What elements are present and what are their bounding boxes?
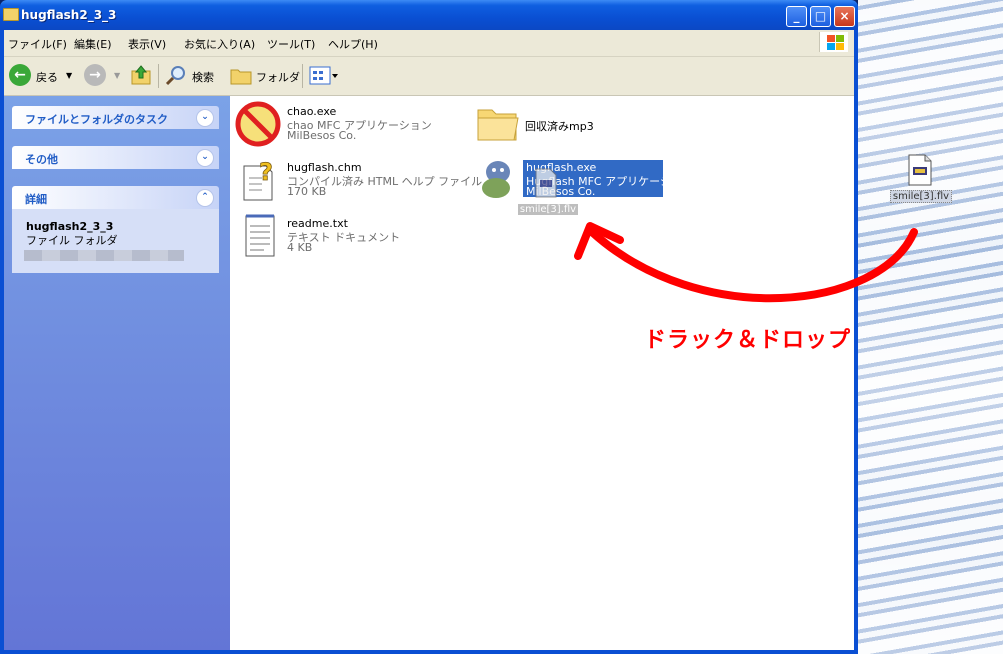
window-border-right bbox=[854, 30, 858, 654]
windows-logo-icon bbox=[819, 32, 848, 52]
details-body: hugflash2_3_3 ファイル フォルダ bbox=[12, 209, 219, 273]
file-item-readme[interactable]: readme.txt テキスト ドキュメント 4 KB bbox=[234, 212, 434, 264]
close-button[interactable]: × bbox=[834, 6, 855, 27]
drag-ghost: smile[3].flv bbox=[518, 168, 578, 218]
view-menu-icon[interactable] bbox=[309, 65, 339, 87]
desktop-file-label: smile[3].flv bbox=[890, 190, 952, 203]
file-size: 170 KB bbox=[287, 185, 327, 198]
forward-dropdown-icon[interactable]: ▼ bbox=[114, 71, 120, 80]
details-panel[interactable]: 詳細 ⌃ bbox=[12, 186, 219, 209]
file-size: 4 KB bbox=[287, 241, 313, 254]
minimize-button[interactable]: _ bbox=[786, 6, 807, 27]
drag-ghost-label: smile[3].flv bbox=[518, 204, 578, 215]
title-bar[interactable]: hugflash2_3_3 _ □ × bbox=[0, 0, 858, 30]
text-document-icon bbox=[245, 214, 275, 257]
toolbar-separator bbox=[302, 64, 303, 88]
expand-chevron-icon[interactable]: ⌄ bbox=[196, 109, 214, 127]
panel-title: その他 bbox=[25, 153, 58, 166]
file-list: chao.exe chao MFC アプリケーション MilBesos Co. … bbox=[230, 96, 854, 650]
menu-file[interactable]: ファイル(F) bbox=[8, 36, 67, 52]
back-arrow-icon[interactable]: ← bbox=[9, 64, 31, 86]
help-file-icon: ? bbox=[243, 158, 273, 201]
file-folder-tasks-panel[interactable]: ファイルとフォルダのタスク ⌄ bbox=[12, 106, 219, 129]
blurred-details bbox=[24, 250, 184, 261]
menu-bar: ファイル(F) 編集(E) 表示(V) お気に入り(A) ツール(T) ヘルプ(… bbox=[4, 30, 854, 57]
task-pane: ファイルとフォルダのタスク ⌄ その他 ⌄ 詳細 ⌃ hugflash2_3_3… bbox=[4, 96, 230, 650]
file-name: 回収済みmp3 bbox=[525, 120, 594, 133]
annotation-text: ドラック＆ドロップ bbox=[644, 328, 852, 353]
toolbar-separator bbox=[158, 64, 159, 88]
up-folder-icon[interactable] bbox=[130, 64, 152, 86]
window-title: hugflash2_3_3 bbox=[21, 8, 117, 22]
dinosaur-character-icon bbox=[482, 161, 510, 198]
folder-icon bbox=[477, 109, 519, 141]
collapse-chevron-icon[interactable]: ⌃ bbox=[196, 189, 214, 207]
file-item-chao[interactable]: chao.exe chao MFC アプリケーション MilBesos Co. bbox=[234, 98, 464, 150]
file-company: MilBesos Co. bbox=[287, 129, 357, 142]
maximize-button[interactable]: □ bbox=[810, 6, 831, 27]
window-border-bottom bbox=[0, 650, 858, 654]
no-entry-character-icon bbox=[235, 101, 281, 147]
folders-icon[interactable] bbox=[230, 66, 252, 86]
flv-file-icon bbox=[535, 168, 557, 198]
svg-text:?: ? bbox=[259, 158, 273, 186]
panel-title: 詳細 bbox=[25, 193, 47, 206]
menu-favorites[interactable]: お気に入り(A) bbox=[184, 36, 255, 52]
toolbar: ← 戻る ▼ → ▼ 検索 フォルダ bbox=[4, 57, 854, 96]
expand-chevron-icon[interactable]: ⌄ bbox=[196, 149, 214, 167]
search-button-label[interactable]: 検索 bbox=[192, 69, 214, 85]
flv-file-icon bbox=[908, 154, 932, 186]
back-dropdown-icon[interactable]: ▼ bbox=[66, 71, 72, 80]
desktop-background bbox=[858, 0, 1003, 654]
menu-view[interactable]: 表示(V) bbox=[128, 36, 166, 52]
menu-help[interactable]: ヘルプ(H) bbox=[328, 36, 378, 52]
desktop-file[interactable]: smile[3].flv bbox=[888, 152, 952, 208]
file-item-hugflash-chm[interactable]: ? hugflash.chm コンパイル済み HTML ヘルプ ファイル 170… bbox=[234, 156, 482, 208]
back-button-label[interactable]: 戻る bbox=[36, 69, 58, 85]
folder-icon bbox=[3, 8, 19, 21]
panel-title: ファイルとフォルダのタスク bbox=[25, 113, 168, 126]
forward-arrow-icon[interactable]: → bbox=[84, 64, 106, 86]
search-icon[interactable] bbox=[165, 64, 187, 86]
menu-edit[interactable]: 編集(E) bbox=[74, 36, 112, 52]
menu-tools[interactable]: ツール(T) bbox=[267, 36, 315, 52]
details-type: ファイル フォルダ bbox=[26, 234, 118, 247]
other-places-panel[interactable]: その他 ⌄ bbox=[12, 146, 219, 169]
folders-button-label[interactable]: フォルダ bbox=[256, 69, 300, 85]
file-item-folder[interactable]: 回収済みmp3 bbox=[474, 98, 624, 150]
